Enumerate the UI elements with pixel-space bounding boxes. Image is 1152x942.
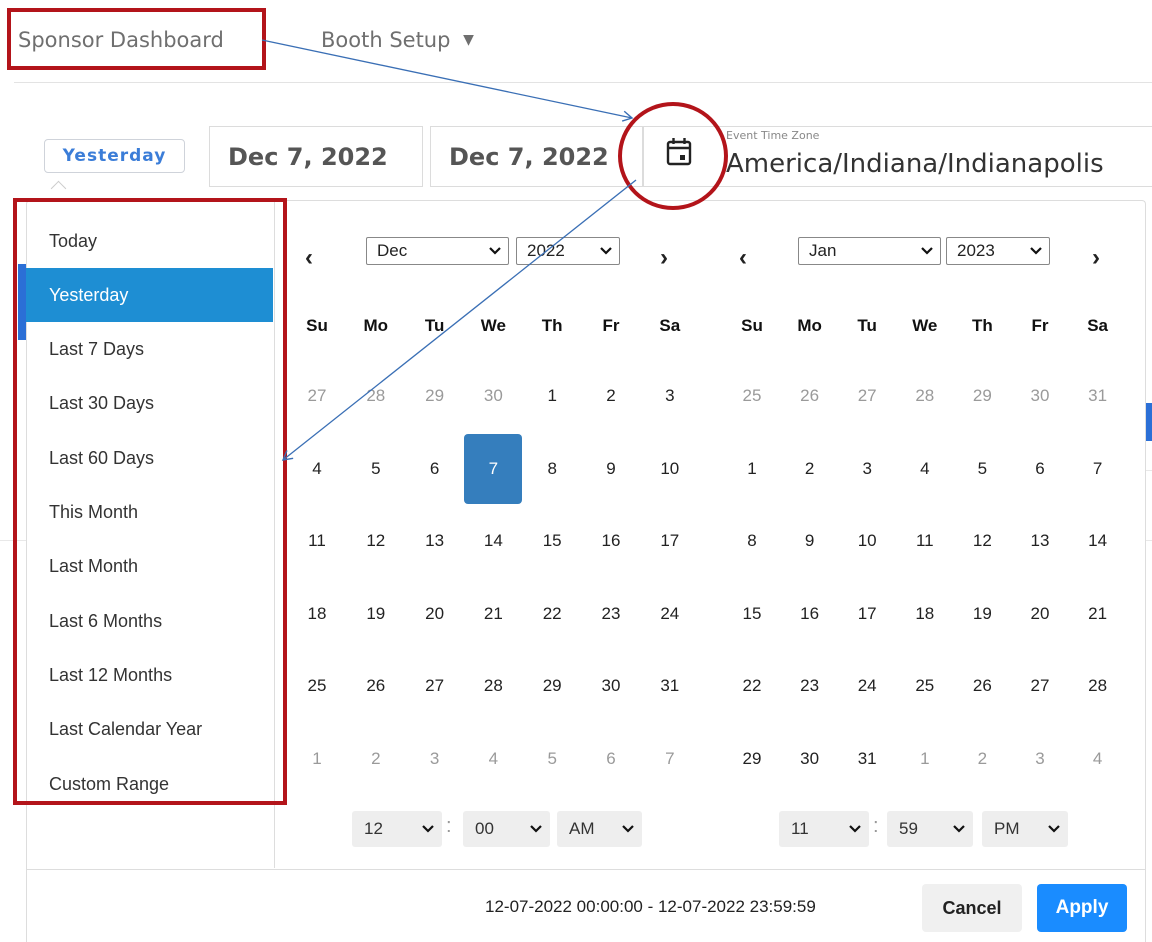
- annotation-arrows: [261, 39, 637, 461]
